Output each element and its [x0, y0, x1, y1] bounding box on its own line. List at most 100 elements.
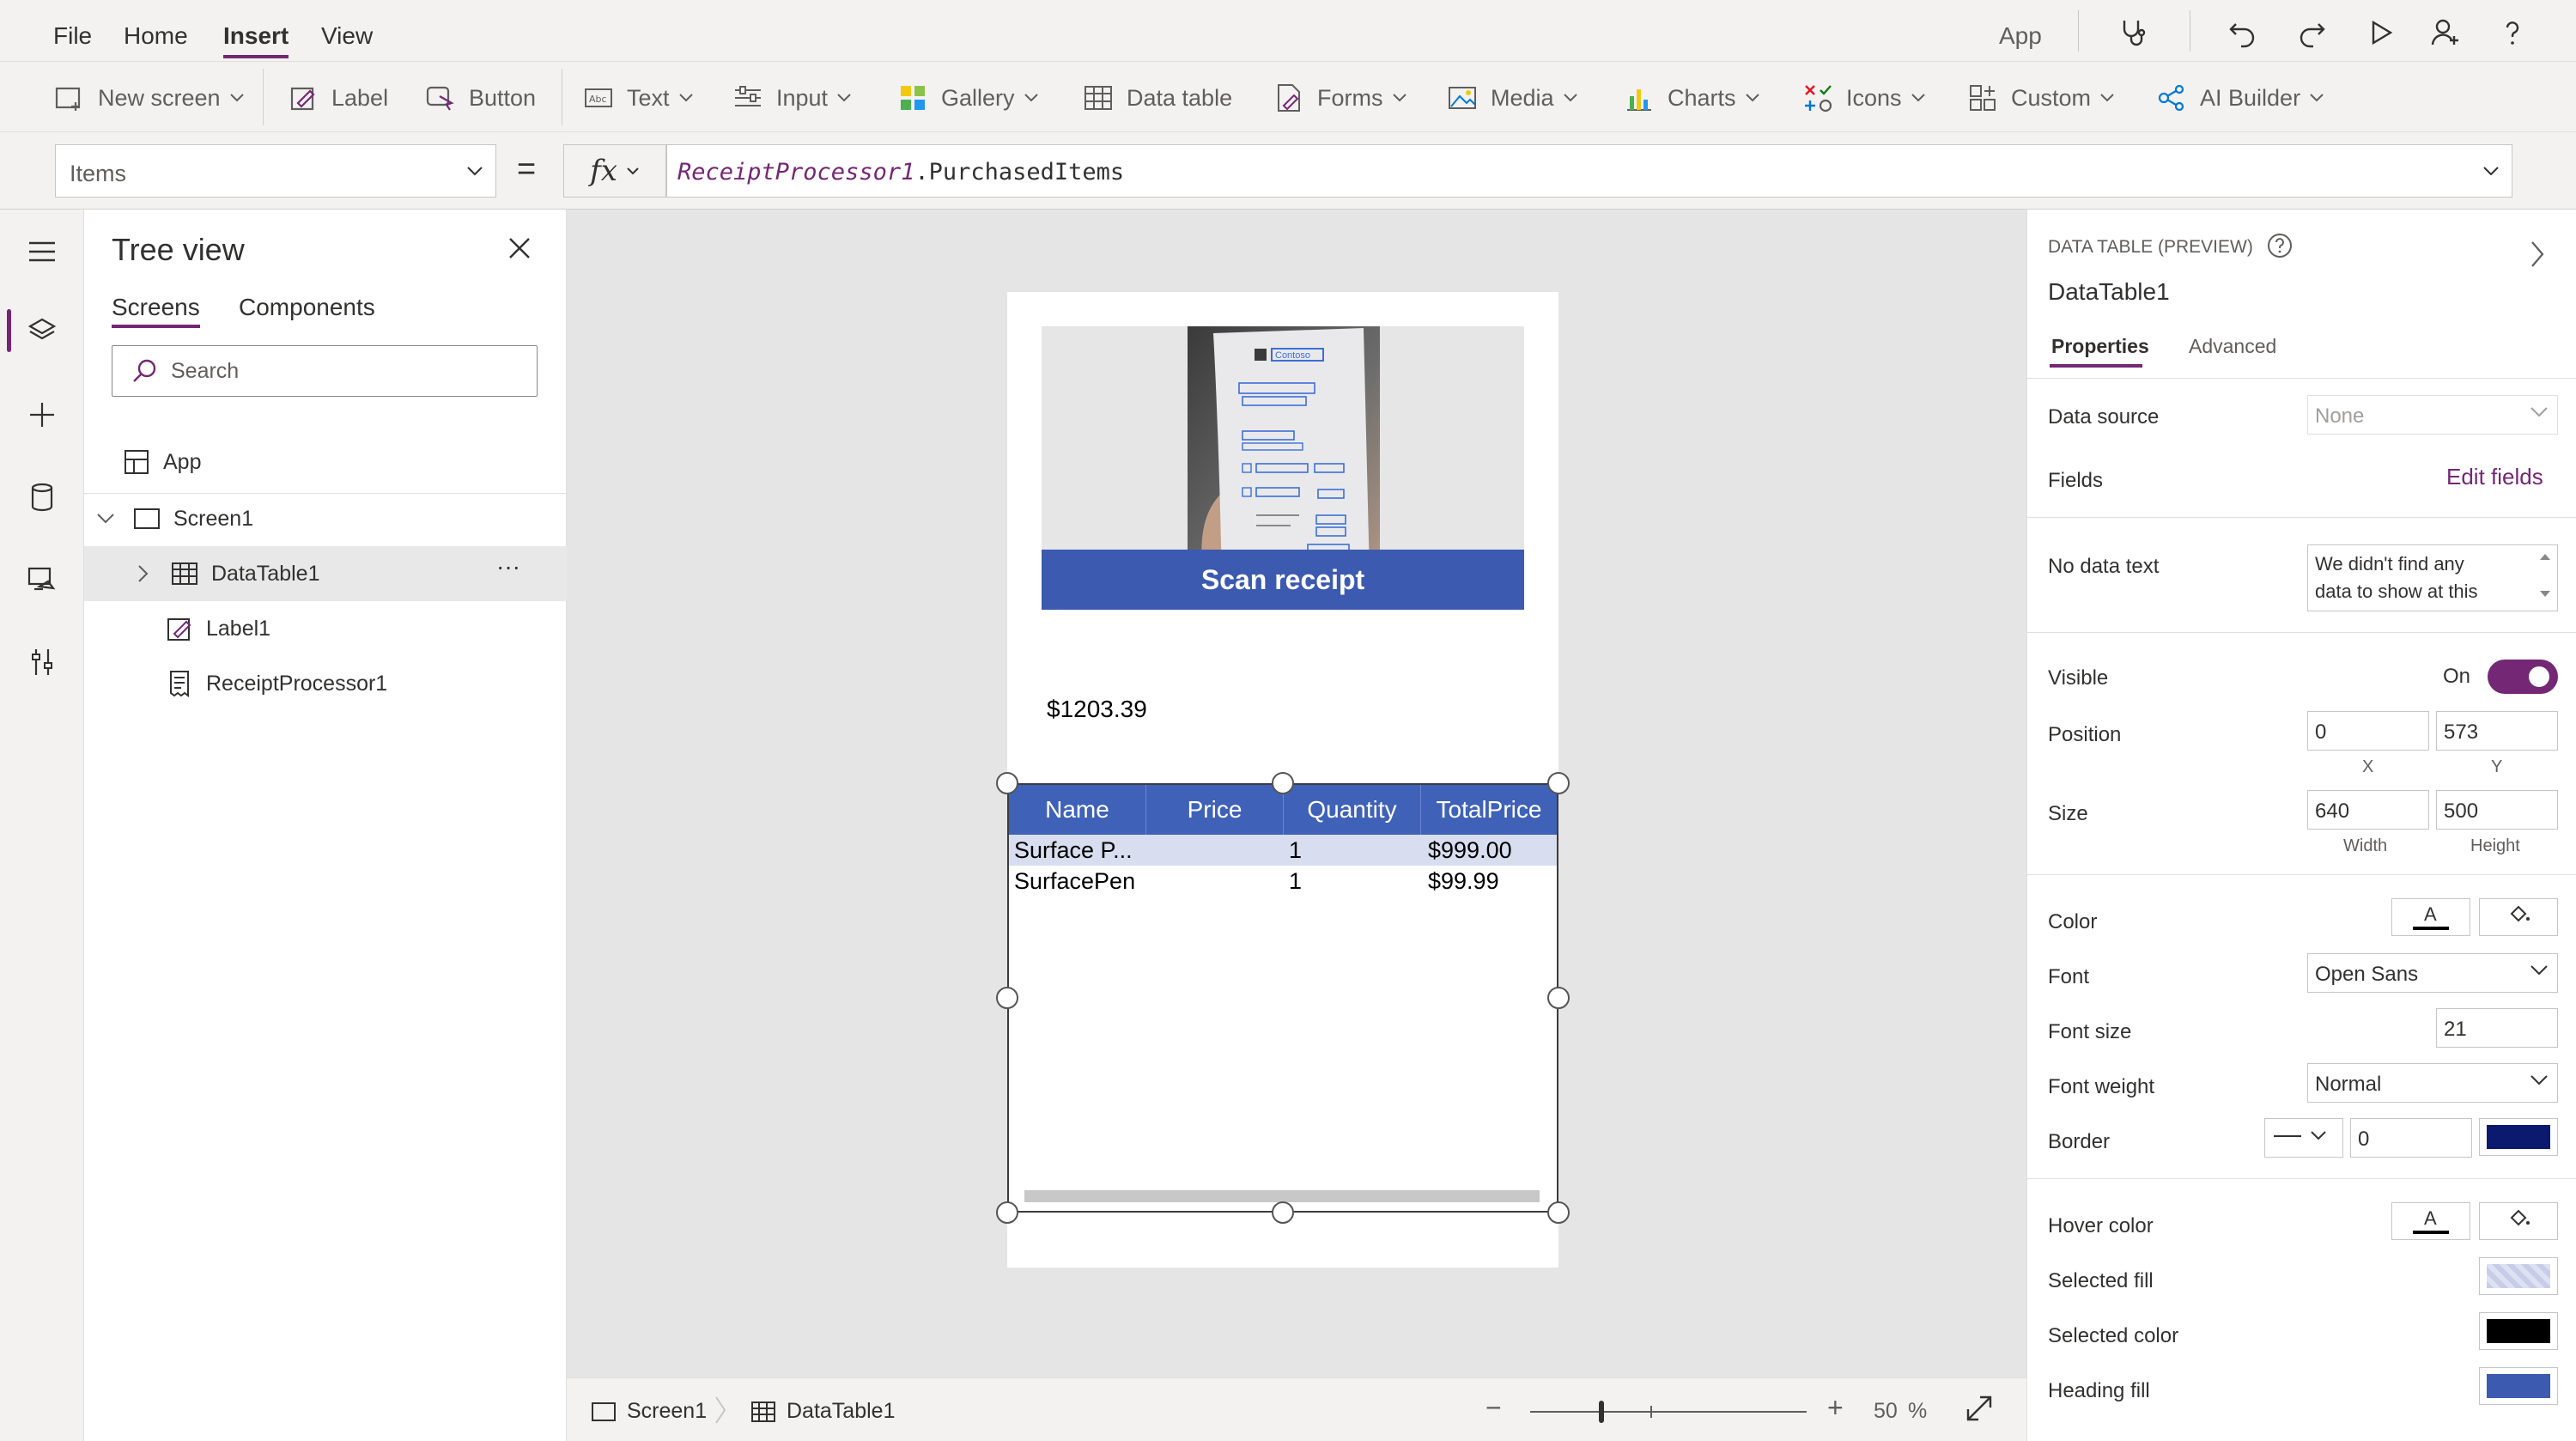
tree-view-layers-icon[interactable] [22, 311, 62, 350]
zoom-slider[interactable] [1530, 1411, 1807, 1413]
column-header-name[interactable]: Name [1009, 785, 1146, 835]
menu-view[interactable]: View [321, 22, 373, 50]
button-button[interactable]: Button [424, 81, 536, 115]
font-weight-dropdown[interactable]: Normal [2307, 1063, 2558, 1103]
menu-home[interactable]: Home [124, 22, 188, 50]
hover-fill-color-picker[interactable] [2479, 1202, 2558, 1240]
font-size-input[interactable]: 21 [2436, 1008, 2558, 1048]
column-header-totalprice[interactable]: TotalPrice [1421, 785, 1557, 835]
scroll-down-icon[interactable] [2538, 590, 2552, 599]
column-header-price[interactable]: Price [1146, 785, 1284, 835]
border-color-picker[interactable] [2479, 1118, 2558, 1156]
custom-dropdown[interactable]: Custom [1966, 81, 2115, 115]
tree-item-label1[interactable]: Label1 [84, 601, 567, 656]
font-dropdown[interactable]: Open Sans [2307, 953, 2558, 993]
new-screen-button[interactable]: New screen [53, 81, 245, 115]
chevron-down-icon[interactable] [91, 504, 120, 533]
fx-button[interactable]: fx [563, 144, 666, 198]
menu-insert[interactable]: Insert [223, 22, 289, 58]
tab-advanced[interactable]: Advanced [2189, 335, 2276, 358]
heading-fill-picker[interactable] [2479, 1367, 2558, 1405]
table-row[interactable]: SurfacePen 1 $99.99 [1009, 866, 1557, 897]
hamburger-menu-icon[interactable] [22, 232, 62, 271]
search-input[interactable]: Search [112, 345, 538, 397]
tree-item-datatable1[interactable]: DataTable1 ··· [84, 546, 567, 601]
position-y-input[interactable]: 573 [2436, 711, 2558, 751]
tab-properties[interactable]: Properties [2051, 335, 2149, 358]
resize-handle[interactable] [1272, 772, 1294, 794]
zoom-in-button[interactable]: + [1827, 1392, 1844, 1424]
resize-handle[interactable] [1547, 1201, 1570, 1224]
zoom-out-button[interactable]: − [1485, 1392, 1502, 1424]
media-library-icon[interactable] [22, 560, 62, 599]
redo-icon[interactable] [2293, 14, 2330, 52]
fit-to-window-icon[interactable] [1965, 1394, 1994, 1423]
gallery-dropdown[interactable]: Gallery [896, 81, 1039, 115]
tree-item-screen1[interactable]: Screen1 [84, 491, 567, 546]
input-dropdown[interactable]: Input [732, 81, 852, 115]
text-dropdown[interactable]: Abc Text [582, 81, 694, 115]
undo-icon[interactable] [2224, 14, 2262, 52]
share-user-icon[interactable] [2427, 14, 2464, 52]
label-button[interactable]: Label [287, 81, 388, 115]
tab-components[interactable]: Components [239, 294, 375, 321]
close-icon[interactable] [507, 235, 538, 266]
chevron-right-icon[interactable] [129, 559, 158, 588]
resize-handle[interactable] [1547, 987, 1570, 1009]
menu-file[interactable]: File [53, 22, 92, 50]
no-data-text-field[interactable]: We didn't find any data to show at this [2307, 544, 2558, 611]
media-dropdown[interactable]: Media [1446, 81, 1578, 115]
edit-fields-link[interactable]: Edit fields [2446, 464, 2543, 490]
forms-dropdown[interactable]: Forms [1273, 81, 1407, 115]
total-label[interactable]: $1203.39 [1047, 696, 1147, 723]
stethoscope-icon[interactable] [2114, 14, 2152, 52]
resize-handle[interactable] [1272, 1201, 1294, 1224]
text-color-picker[interactable]: A [2391, 898, 2470, 936]
border-thickness-input[interactable]: 0 [2350, 1118, 2472, 1158]
formula-input[interactable]: ReceiptProcessor1.PurchasedItems [666, 144, 2512, 198]
zoom-slider-thumb[interactable] [1599, 1401, 1604, 1423]
breadcrumb-screen1[interactable]: Screen1 [591, 1399, 707, 1424]
data-table-button[interactable]: Data table [1082, 81, 1232, 115]
scroll-up-icon[interactable] [2538, 552, 2552, 561]
insert-plus-icon[interactable] [22, 395, 62, 435]
table-row[interactable]: Surface P... 1 $999.00 [1009, 835, 1557, 866]
resize-handle[interactable] [996, 1201, 1018, 1224]
column-header-quantity[interactable]: Quantity [1284, 785, 1421, 835]
scan-receipt-button[interactable]: Scan receipt [1042, 550, 1524, 610]
breadcrumb-datatable1[interactable]: DataTable1 [750, 1399, 895, 1424]
fill-color-picker[interactable] [2479, 898, 2558, 936]
app-checker-label[interactable]: App [1999, 22, 2042, 50]
more-options-icon[interactable]: ··· [496, 553, 520, 581]
tree-item-receiptprocessor1[interactable]: ReceiptProcessor1 [84, 656, 567, 711]
play-icon[interactable] [2361, 14, 2399, 52]
tab-screens[interactable]: Screens [112, 294, 200, 328]
data-database-icon[interactable] [22, 477, 62, 517]
charts-dropdown[interactable]: Charts [1623, 81, 1760, 115]
selected-fill-picker[interactable] [2479, 1257, 2558, 1295]
position-x-input[interactable]: 0 [2307, 711, 2429, 751]
hover-text-color-picker[interactable]: A [2391, 1202, 2470, 1240]
data-table[interactable]: Name Price Quantity TotalPrice Surface P… [1007, 783, 1558, 1213]
selected-color-picker[interactable] [2479, 1312, 2558, 1350]
visible-toggle[interactable] [2488, 660, 2558, 694]
control-name[interactable]: DataTable1 [2048, 278, 2170, 306]
expand-formula-icon[interactable] [2482, 166, 2500, 177]
collapse-pane-icon[interactable] [2529, 240, 2546, 268]
resize-handle[interactable] [996, 987, 1018, 1009]
horizontal-scrollbar[interactable] [1024, 1190, 1540, 1202]
info-icon[interactable] [2266, 232, 2293, 259]
icons-dropdown[interactable]: Icons [1801, 81, 1926, 115]
height-input[interactable]: 500 [2436, 790, 2558, 830]
ai-builder-dropdown[interactable]: AI Builder [2155, 81, 2324, 115]
tree-item-app[interactable]: App [84, 435, 567, 489]
resize-handle[interactable] [1547, 772, 1570, 794]
screen-preview[interactable]: Contoso Scan receipt $1203.39 Name Price… [996, 292, 1570, 1268]
border-style-dropdown[interactable] [2264, 1118, 2343, 1158]
width-input[interactable]: 640 [2307, 790, 2429, 830]
property-dropdown[interactable]: Items [55, 144, 496, 198]
data-source-dropdown[interactable]: None [2307, 395, 2558, 435]
receipt-image[interactable]: Contoso [1042, 326, 1524, 584]
advanced-tools-icon[interactable] [22, 642, 62, 682]
resize-handle[interactable] [996, 772, 1018, 794]
